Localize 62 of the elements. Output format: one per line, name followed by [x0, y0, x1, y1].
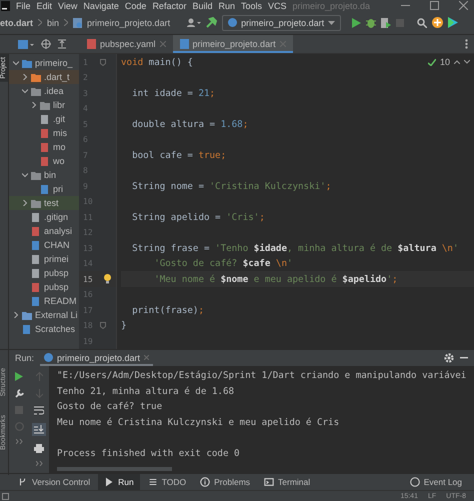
tree-item[interactable]: Scratches [35, 324, 76, 334]
tree-item[interactable]: CHAN [44, 240, 70, 250]
tool-window-button[interactable]: Run [98, 474, 140, 490]
tree-item[interactable]: mis [53, 128, 67, 138]
code-line: print(frase); [131, 304, 204, 316]
line-number: 15 [83, 274, 94, 284]
menu-item[interactable]: View [58, 0, 78, 11]
tree-item[interactable]: wo [53, 156, 65, 166]
code-line: int idade = 21; [131, 88, 216, 99]
tree-item[interactable]: mo [53, 142, 66, 152]
code-line: String frase = 'Tenho $idade, minha altura é de $altura \n' [131, 242, 459, 254]
code-line: String nome = 'Cristina Kulczynski'; [131, 180, 332, 192]
event-log-button[interactable]: Event Log [404, 474, 468, 490]
menu-item[interactable]: Run [218, 0, 235, 11]
tree-item[interactable]: pubsp [44, 282, 69, 292]
tree-item[interactable]: test [44, 198, 59, 208]
menu-item[interactable]: Code [124, 0, 146, 11]
tree-item[interactable]: pubsp [44, 268, 69, 278]
menu-item[interactable]: Navigate [83, 0, 119, 11]
tree-item[interactable]: .git [53, 114, 66, 124]
code-line: } [121, 320, 127, 332]
menu-item[interactable]: Tools [240, 0, 262, 11]
editor-tab[interactable]: primeiro_projeto.dart [172, 34, 293, 54]
breadcrumb[interactable]: eto.dart [0, 18, 34, 28]
tree-item[interactable]: READM [44, 296, 77, 306]
tool-window-button[interactable]: Terminal [258, 474, 316, 490]
run-label: Run: [15, 352, 34, 363]
menu-item[interactable]: VCS [268, 0, 287, 11]
code-line: void main() { [121, 56, 193, 68]
tree-item[interactable]: libr [53, 100, 66, 110]
breadcrumb[interactable]: primeiro_projeto.dart [87, 18, 170, 28]
console-line: Process finished with exit code 0 [57, 446, 241, 461]
console-line: Tenho 21, minha altura é de 1.68 [57, 384, 236, 399]
inspection-count[interactable]: 10 [440, 57, 450, 68]
run-tab[interactable]: primeiro_projeto.dart [40, 350, 154, 366]
run-configuration-dropdown[interactable]: primeiro_projeto.dart [222, 14, 342, 31]
tree-item[interactable]: External Li [35, 310, 78, 320]
code-line: 'Gosto de café? $cafe \n' [153, 258, 293, 270]
console-line: "E:/Users/Adm/Desktop/Estágio/Sprint 1/Dart criando e manipulando variávei [57, 369, 468, 384]
menu-item[interactable]: Refactor [152, 0, 186, 11]
tree-item[interactable]: bin [44, 170, 56, 180]
console-line: Meu nome é Cristina Kulczynski e meu apelido é Cris [57, 416, 340, 430]
menu-item[interactable]: File [16, 0, 31, 11]
menu-item[interactable]: Build [192, 0, 212, 11]
tree-item[interactable]: .idea [44, 86, 64, 96]
tool-window-button[interactable]: Problems [194, 474, 256, 490]
tree-item[interactable]: .gitign [44, 212, 68, 222]
tool-window-button[interactable]: Version Control [12, 474, 96, 490]
menu-item[interactable]: Edit [36, 0, 52, 11]
code-line: String apelido = 'Cris'; [131, 212, 265, 223]
console-line: Gosto de café? true [57, 400, 164, 414]
code-line: 'Meu nome é $nome e meu apelido é $apelido'; [153, 274, 398, 285]
window-title: primeiro_projeto.da [292, 0, 370, 11]
breadcrumb[interactable]: bin [47, 18, 60, 28]
tree-item[interactable]: primei [44, 254, 69, 264]
tree-item[interactable]: analysi [44, 226, 72, 236]
code-line: double altura = 1.68; [131, 118, 248, 130]
tool-window-button[interactable]: TODO [142, 474, 192, 490]
code-line: bool cafe = true; [131, 150, 226, 161]
tree-item[interactable]: primeiro_ [35, 58, 73, 68]
editor-tab[interactable]: pubspec.yaml [80, 34, 173, 54]
tree-item[interactable]: pri [53, 184, 64, 194]
